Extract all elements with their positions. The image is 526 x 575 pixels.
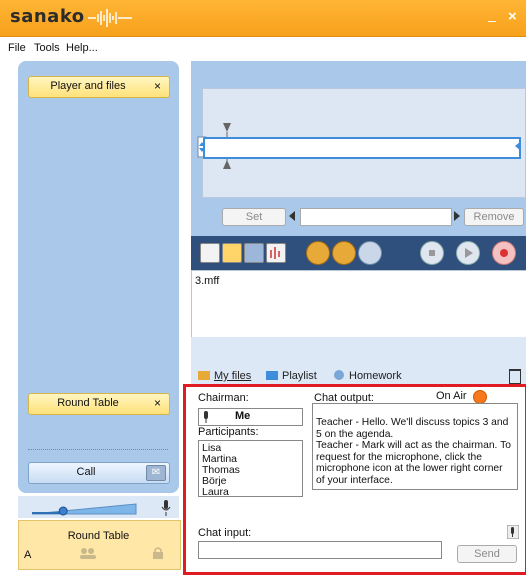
on-air-label: On Air [436, 390, 467, 402]
track-end-arrow-icon [515, 141, 521, 151]
round-table-label: Round Table [57, 397, 119, 409]
shuffle-icon[interactable] [306, 241, 330, 265]
play-button[interactable] [456, 241, 480, 265]
chat-output-text: Teacher - Hello. We'll discuss topics 3 … [316, 417, 511, 486]
call-button[interactable]: Call ✉ [28, 462, 170, 484]
chat-input-label: Chat input: [198, 527, 252, 539]
microphone-icon [204, 411, 208, 423]
new-file-icon[interactable] [200, 243, 220, 263]
chat-output-box: Teacher - Hello. We'll discuss topics 3 … [312, 403, 518, 490]
round-table-status-panel [18, 520, 181, 570]
call-label: Call [76, 466, 96, 478]
tab-homework[interactable]: Homework [349, 370, 402, 382]
chairman-field: Me [198, 408, 303, 426]
export-icon[interactable] [358, 241, 382, 265]
chairman-value: Me [235, 410, 251, 422]
my-files-icon [198, 371, 210, 380]
chairman-label: Chairman: [198, 392, 249, 404]
playlist-icon [266, 371, 278, 380]
tab-my-files[interactable]: My files [214, 370, 251, 382]
list-item[interactable]: 3.mff [195, 275, 219, 287]
file-list-footer [191, 337, 526, 367]
remove-button[interactable]: Remove [464, 208, 524, 226]
open-folder-icon[interactable] [222, 243, 242, 263]
arrow-right-icon[interactable] [453, 210, 461, 222]
divider [28, 449, 168, 450]
record-button[interactable] [492, 241, 516, 265]
microphone-request-icon[interactable] [507, 525, 519, 539]
menu-tools[interactable]: Tools [34, 42, 60, 54]
file-list [191, 270, 526, 339]
group-letter: A [24, 549, 32, 561]
waveform-logo-icon [88, 9, 132, 27]
sanako-logo: sanako [10, 6, 85, 27]
menu-help[interactable]: Help... [66, 42, 98, 54]
list-item[interactable]: Laura [202, 487, 240, 498]
round-table-status-label: Round Table [67, 530, 130, 542]
round-table-button[interactable]: Round Table × [28, 393, 170, 415]
set-button[interactable]: Set [222, 208, 286, 226]
stop-button[interactable] [420, 241, 444, 265]
player-and-files-label: Player and files [50, 80, 126, 92]
arrow-left-icon[interactable] [288, 210, 296, 222]
repeat-icon[interactable] [332, 241, 356, 265]
on-air-indicator [473, 390, 487, 404]
tab-playlist[interactable]: Playlist [282, 370, 317, 382]
player-and-files-button[interactable]: Player and files × [28, 76, 170, 98]
close-round-table-icon[interactable]: × [154, 396, 161, 410]
lock-icon [153, 547, 163, 559]
microphone-icon[interactable] [160, 499, 172, 517]
timeline-track[interactable] [203, 137, 521, 159]
bookmark-field[interactable] [300, 208, 452, 226]
close-window-button[interactable]: × [508, 8, 517, 25]
users-icon [80, 548, 96, 559]
close-player-icon[interactable]: × [154, 79, 161, 93]
left-sidebar [18, 61, 179, 493]
send-button[interactable]: Send [457, 545, 517, 563]
chat-input-field[interactable] [198, 541, 442, 559]
trash-icon[interactable] [509, 369, 521, 384]
volume-slider[interactable] [30, 500, 140, 516]
minimize-button[interactable]: – [488, 12, 496, 28]
save-icon[interactable] [244, 243, 264, 263]
participants-list: Lisa Martina Thomas Börje Laura [198, 440, 303, 498]
envelope-icon[interactable]: ✉ [146, 465, 166, 481]
menu-file[interactable]: File [8, 42, 26, 54]
participants-label: Participants: [198, 426, 259, 438]
homework-icon [334, 370, 344, 380]
audio-record-icon[interactable] [266, 243, 286, 263]
